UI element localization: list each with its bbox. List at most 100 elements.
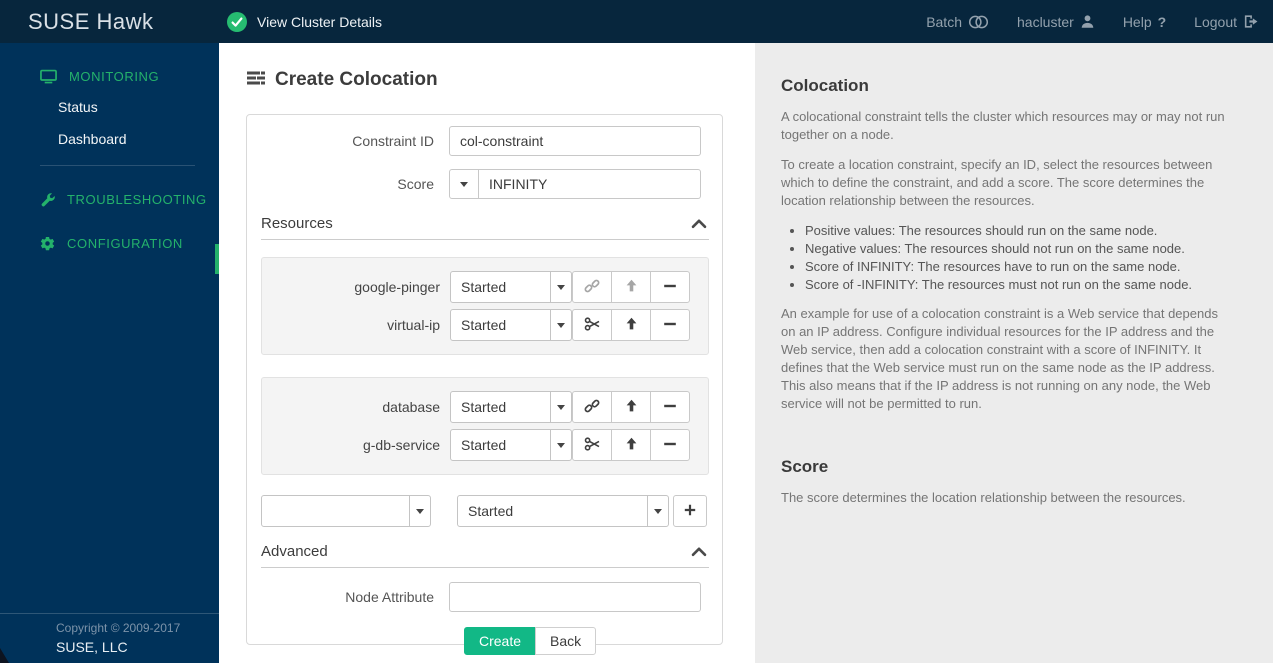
resource-name: g-db-service [362,437,440,453]
help-score-text: The score determines the location relati… [781,490,1186,505]
topbar-nav: Batch hacluster Help? Logout [926,14,1273,30]
page-title: Create Colocation [275,69,438,90]
minus-icon [663,279,677,296]
resource-state-select[interactable]: Started [450,271,572,303]
advanced-collapse-button[interactable] [689,545,709,560]
chevron-down-icon [550,272,571,302]
resource-row: g-db-service Started [272,429,698,461]
add-resource-button[interactable] [673,495,707,527]
resources-collapse-button[interactable] [689,217,709,232]
back-button[interactable]: Back [535,627,597,655]
sidebar-section-monitoring: MONITORING Status Dashboard [0,65,219,166]
help-paragraphs: An example for use of a colocation const… [781,305,1227,413]
help-paragraph: A colocational constraint tells the clus… [781,109,1225,142]
resource-group: database Started g-db-service Started [261,377,709,475]
sidebar-footer: Copyright © 2009-2017 SUSE, LLC [0,613,219,663]
company-text: SUSE, LLC [56,639,128,655]
cluster-status[interactable]: View Cluster Details [227,11,383,32]
cluster-status-label: View Cluster Details [257,13,383,30]
sidebar-heading-monitoring[interactable]: MONITORING [0,65,219,87]
copyright-text: Copyright © 2009-2017 [56,621,181,635]
scissors-button[interactable] [572,429,612,461]
constraint-id-label: Constraint ID [352,133,434,149]
sidebar-divider [40,165,195,166]
sidebar-heading-label: MONITORING [69,68,160,84]
brand-logo: SUSE Hawk [28,8,154,34]
help-paragraph: To create a location constraint, specify… [781,157,1213,208]
nav-item-label: hacluster [1017,13,1074,30]
gear-icon [40,236,55,251]
help-bullet: Score of -INFINITY: The resources must n… [805,276,1227,293]
chevron-down-icon [460,181,468,187]
arrow-up-icon [624,316,639,334]
help-paragraph: An example for use of a colocation const… [781,306,1218,411]
chevron-down-icon [550,392,571,422]
sidebar: MONITORING Status Dashboard TROUBLESHOOTING… [0,43,219,663]
sidebar-item-status[interactable]: Status [0,91,219,123]
score-label: Score [397,176,434,192]
sidebar-heading-label: TROUBLESHOOTING [67,191,207,207]
remove-resource-button[interactable] [650,309,690,341]
link-button[interactable] [572,391,612,423]
resource-group: google-pinger Started virtual-ip Started [261,257,709,355]
resource-state-value: Started [461,317,507,333]
resource-state-select[interactable]: Started [450,309,572,341]
scissors-button[interactable] [572,309,612,341]
create-button[interactable]: Create [464,627,537,655]
resource-state-select[interactable]: Started [450,429,572,461]
nav-item-label: Logout [1194,13,1237,30]
arrow-up-icon [624,436,639,454]
scissors-icon [584,436,601,455]
sidebar-heading-configuration[interactable]: CONFIGURATION [0,232,219,254]
score-input[interactable] [479,169,701,199]
new-resource-state-value: Started [468,503,514,519]
move-up-button[interactable] [611,429,651,461]
resource-row: database Started [272,391,698,423]
help-bullet-list: Positive values: The resources should ru… [781,222,1227,293]
help-paragraphs: A colocational constraint tells the clus… [781,108,1227,210]
topbar: SUSE Hawk View Cluster Details Batch hacl… [0,0,1273,43]
link-icon [584,398,600,417]
new-resource-select[interactable] [261,495,431,527]
move-up-button[interactable] [611,271,651,303]
minus-icon [663,317,677,334]
score-dropdown-button[interactable] [449,169,479,199]
user-icon [1080,14,1095,29]
nav-item-help[interactable]: Help? [1123,14,1166,30]
sidebar-sections: MONITORING Status Dashboard TROUBLESHOOTING… [0,65,219,254]
help-bullet: Score of INFINITY: The resources have to… [805,258,1227,275]
remove-resource-button[interactable] [650,429,690,461]
chevron-down-icon [550,430,571,460]
create-colocation-form: Constraint ID Score Resources google-pin… [246,114,723,655]
sidebar-heading-label: CONFIGURATION [67,235,183,251]
wrench-icon [40,192,55,207]
nav-item-logout[interactable]: Logout [1194,14,1258,30]
resource-state-value: Started [461,279,507,295]
new-resource-state-select[interactable]: Started [457,495,669,527]
colocation-list-icon [247,71,265,90]
link-button[interactable] [572,271,612,303]
chevron-up-icon [691,217,707,232]
minus-icon [663,437,677,454]
resource-name: google-pinger [354,279,440,295]
move-up-button[interactable] [611,309,651,341]
resource-row: google-pinger Started [272,271,698,303]
remove-resource-button[interactable] [650,271,690,303]
logout-icon [1243,14,1258,29]
add-resource-row: Started [261,495,709,527]
node-attribute-label: Node Attribute [345,589,434,605]
nav-item-batch[interactable]: Batch [926,14,989,30]
nav-item-user[interactable]: hacluster [1017,14,1095,30]
chevron-down-icon [550,310,571,340]
resource-name: database [382,399,440,415]
sidebar-item-dashboard[interactable]: Dashboard [0,123,219,155]
remove-resource-button[interactable] [650,391,690,423]
chevron-up-icon [691,545,707,560]
node-attribute-input[interactable] [449,582,701,612]
arrow-up-icon [624,278,639,296]
constraint-id-input[interactable] [449,126,701,156]
sidebar-heading-troubleshooting[interactable]: TROUBLESHOOTING [0,188,219,210]
resource-state-select[interactable]: Started [450,391,572,423]
move-up-button[interactable] [611,391,651,423]
chevron-down-icon [409,496,430,526]
